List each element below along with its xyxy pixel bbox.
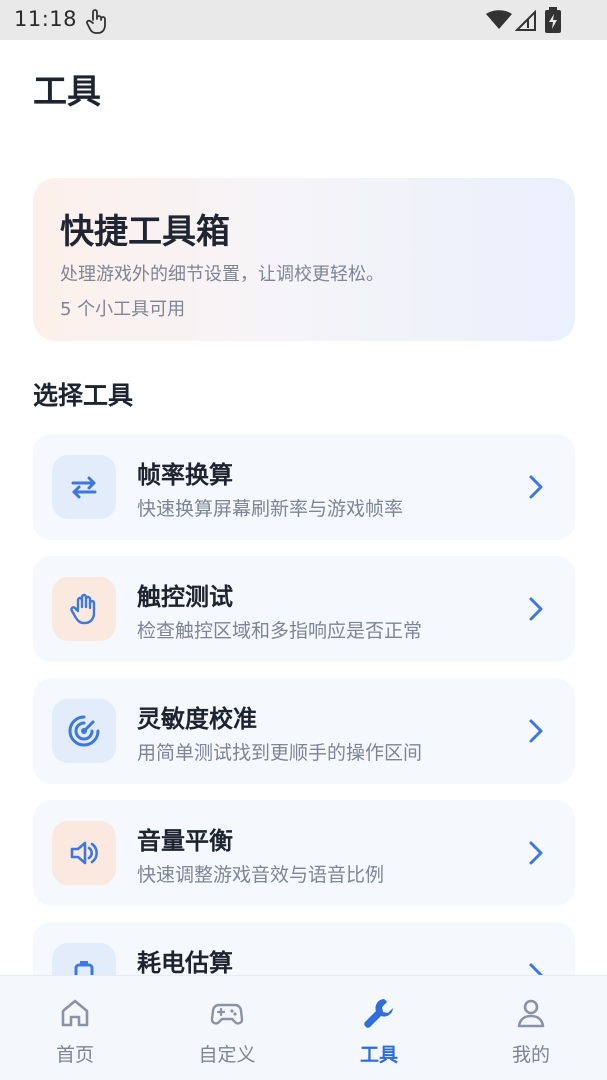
speaker-icon [70,841,98,865]
hero-title: 快捷工具箱 [60,212,230,252]
tool-card-touch-test[interactable]: 触控测试 检查触控区域和多指响应是否正常 [33,556,575,662]
nav-item-tools[interactable]: 工具 [324,976,434,1080]
tool-title: 耗电估算 [137,949,233,977]
page-title: 工具 [33,72,101,112]
nav-label: 工具 [359,1044,398,1066]
nav-label: 自定义 [198,1044,256,1066]
wrench-icon [364,999,393,1028]
section-title: 选择工具 [33,381,134,410]
gesture-icon [86,9,106,34]
signal-icon [515,9,536,31]
gamepad-icon [210,1003,244,1025]
nav-item-customize[interactable]: 自定义 [172,976,282,1080]
chevron-right-icon [529,841,543,865]
status-bar: 11:18 [0,0,607,40]
tool-title: 灵敏度校准 [137,705,257,733]
tool-card-sensitivity[interactable]: 灵敏度校准 用简单测试找到更顺手的操作区间 [33,678,575,784]
nav-label: 首页 [55,1044,94,1066]
nav-item-profile[interactable]: 我的 [476,976,586,1080]
wifi-icon [486,10,512,29]
hero-card: 快捷工具箱 处理游戏外的细节设置，让调校更轻松。 5 个小工具可用 [33,178,575,341]
hero-subtitle: 处理游戏外的细节设置，让调校更轻松。 [60,264,384,285]
tool-title: 音量平衡 [137,827,233,855]
status-time: 11:18 [14,7,78,31]
bottom-navigation: 首页 自定义 工具 我的 [0,975,607,1080]
swap-arrows-icon [71,476,97,499]
user-icon [517,999,545,1028]
tool-description: 快速换算屏幕刷新率与游戏帧率 [137,498,404,520]
tool-card-frame-rate[interactable]: 帧率换算 快速换算屏幕刷新率与游戏帧率 [33,434,575,540]
hero-count: 5 个小工具可用 [60,299,186,320]
target-icon [68,715,100,747]
nav-label: 我的 [511,1044,550,1066]
tool-description: 检查触控区域和多指响应是否正常 [137,620,423,642]
chevron-right-icon [529,597,543,621]
tool-title: 帧率换算 [137,461,233,489]
tool-description: 用简单测试找到更顺手的操作区间 [137,742,423,764]
tool-title: 触控测试 [137,583,233,611]
battery-charging-icon [545,7,561,33]
nav-item-home[interactable]: 首页 [20,976,130,1080]
hand-icon [70,593,96,625]
tool-card-volume-balance[interactable]: 音量平衡 快速调整游戏音效与语音比例 [33,800,575,906]
chevron-right-icon [529,719,543,743]
tool-description: 快速调整游戏音效与语音比例 [137,864,385,886]
chevron-right-icon [529,475,543,499]
home-icon [61,999,89,1027]
